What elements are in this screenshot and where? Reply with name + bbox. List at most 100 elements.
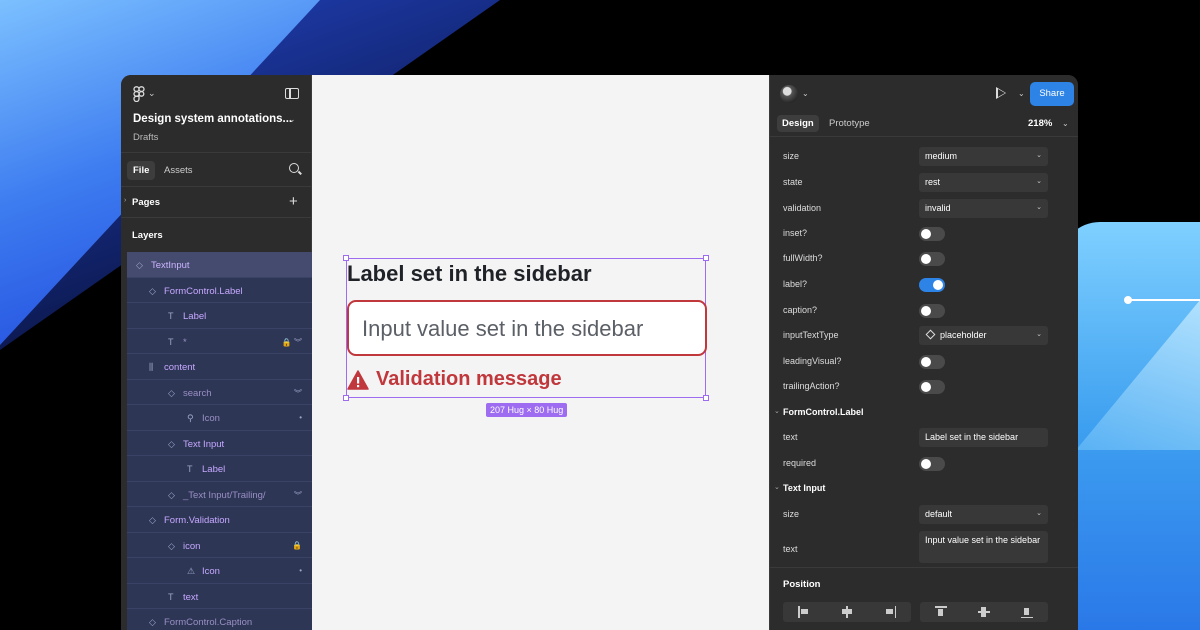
component-icon <box>925 329 936 340</box>
vertical-align-group <box>920 602 1048 622</box>
prop-caption: caption? <box>770 299 1078 321</box>
right-panel: ⌄ ⌄ Share Design Prototype 218% ⌄ size m… <box>769 75 1078 630</box>
layer-status-icon[interactable]: 🔒 ︾ <box>282 337 302 348</box>
share-button[interactable]: Share <box>1030 82 1074 106</box>
layer-name: content <box>164 362 196 373</box>
layer-row[interactable]: T Label <box>127 456 312 482</box>
add-page-icon[interactable]: + <box>289 193 298 210</box>
chevron-down-icon[interactable]: ⌄ <box>288 114 296 125</box>
sidebar-toggle-icon[interactable] <box>285 88 299 99</box>
chevron-down-icon[interactable]: ⌄ <box>802 89 809 98</box>
inset-toggle[interactable] <box>919 227 945 241</box>
resize-handle[interactable] <box>703 255 709 261</box>
prop-label: leadingVisual? <box>783 356 842 366</box>
caption-toggle[interactable] <box>919 304 945 318</box>
select-value: invalid <box>925 203 951 213</box>
layer-row[interactable]: ◇ FormControl.Label <box>127 277 312 303</box>
layer-status-icon[interactable]: ︾ <box>294 490 302 501</box>
align-center-icon[interactable] <box>841 606 853 618</box>
avatar[interactable] <box>780 85 798 103</box>
play-icon[interactable] <box>996 87 1006 99</box>
zoom-level[interactable]: 218% <box>1028 118 1052 129</box>
select-value: rest <box>925 177 941 187</box>
file-title[interactable]: Design system annotations... <box>133 113 292 125</box>
align-right-icon[interactable] <box>884 606 896 618</box>
tab-design[interactable]: Design <box>777 115 819 132</box>
pages-section: › Pages + <box>121 187 311 218</box>
size-select[interactable]: medium ⌄ <box>919 147 1048 166</box>
layer-row[interactable]: ⚲ Icon • <box>127 405 312 431</box>
section-title: FormControl.Label <box>783 407 864 417</box>
layer-row[interactable]: ◇ _Text Input/Trailing/ ︾ <box>127 481 312 507</box>
layer-row[interactable]: T * 🔒 ︾ <box>127 328 312 354</box>
tab-prototype[interactable]: Prototype <box>824 115 875 132</box>
align-middle-icon[interactable] <box>978 606 990 618</box>
layer-status-icon[interactable]: • <box>299 413 302 422</box>
layer-row[interactable]: T Label <box>127 303 312 329</box>
validation-message: Validation message <box>376 368 562 390</box>
ti-size-select[interactable]: default ⌄ <box>919 505 1048 524</box>
layer-row[interactable]: ◇ Text Input <box>127 430 312 456</box>
layer-row[interactable]: ⫼ content <box>127 354 312 380</box>
section-formcontrol-label[interactable]: ⌄ FormControl.Label <box>770 401 1078 423</box>
layer-name: search <box>183 387 212 399</box>
align-left-icon[interactable] <box>798 606 810 618</box>
pages-label[interactable]: Pages <box>132 197 160 208</box>
required-toggle[interactable] <box>919 457 945 471</box>
chevron-down-icon[interactable]: ⌄ <box>1018 89 1025 98</box>
prop-label: size <box>783 151 800 161</box>
component-instance-icon: ◇ <box>168 489 175 500</box>
resize-handle[interactable] <box>703 395 709 401</box>
prop-label: fullWidth? <box>783 253 823 263</box>
layer-row[interactable]: ◇ search ︾ <box>127 379 312 405</box>
prop-label: required <box>783 458 817 468</box>
canvas[interactable]: Label set in the sidebar Input value set… <box>312 75 769 630</box>
figma-logo-icon[interactable] <box>133 86 145 102</box>
component-instance-icon: ◇ <box>149 285 156 296</box>
prop-label: inset? <box>783 228 808 238</box>
form-label-text[interactable]: Label set in the sidebar <box>347 261 592 287</box>
text-input-preview[interactable]: Input value set in the sidebar <box>347 300 707 356</box>
search-icon[interactable] <box>289 163 299 173</box>
size-badge: 207 Hug × 80 Hug <box>486 403 568 417</box>
chevron-down-icon[interactable]: ⌄ <box>148 88 156 99</box>
section-text-input[interactable]: ⌄ Text Input <box>770 477 1078 499</box>
inputtexttype-select[interactable]: placeholder ⌄ <box>919 326 1048 345</box>
align-top-icon[interactable] <box>935 606 947 618</box>
trailingaction-toggle[interactable] <box>919 380 945 394</box>
layer-row[interactable]: ◇ TextInput <box>127 252 312 278</box>
layer-row[interactable]: ◇ FormControl.Caption <box>127 609 312 630</box>
prop-label: text <box>783 432 798 442</box>
toggle-knob <box>921 459 931 469</box>
leadingvisual-toggle[interactable] <box>919 355 945 369</box>
tab-file[interactable]: File <box>127 161 156 180</box>
layer-row[interactable]: ◇ icon 🔒 <box>127 532 312 558</box>
layer-row[interactable]: ◇ Form.Validation <box>127 507 312 533</box>
chevron-right-icon[interactable]: › <box>124 197 126 204</box>
align-bottom-icon[interactable] <box>1021 606 1033 618</box>
background-line <box>1128 299 1200 301</box>
state-select[interactable]: rest ⌄ <box>919 173 1048 192</box>
ti-text-input[interactable]: Input value set in the sidebar <box>919 531 1048 563</box>
fullwidth-toggle[interactable] <box>919 252 945 266</box>
file-location[interactable]: Drafts <box>133 132 158 143</box>
layer-status-icon[interactable]: ︾ <box>294 388 302 399</box>
validation-select[interactable]: invalid ⌄ <box>919 199 1048 218</box>
layer-row[interactable]: Ttext <box>127 583 312 609</box>
prop-ti-text: text Input value set in the sidebar <box>770 529 1078 565</box>
layer-name: TextInput <box>151 260 190 271</box>
layer-row[interactable]: ⚠ Icon • <box>127 558 312 584</box>
prop-inputtexttype: inputTextType placeholder ⌄ <box>770 324 1078 346</box>
layer-status-icon[interactable]: • <box>299 566 302 575</box>
chevron-down-icon[interactable]: ⌄ <box>1062 119 1069 128</box>
resize-handle[interactable] <box>343 395 349 401</box>
chevron-down-icon[interactable]: ⌄ <box>774 483 780 491</box>
chevron-down-icon[interactable]: ⌄ <box>774 407 780 415</box>
left-tabs: File Assets <box>121 153 311 187</box>
layer-status-icon[interactable]: 🔒 <box>292 541 302 550</box>
label-toggle[interactable] <box>919 278 945 292</box>
layer-name: Icon <box>202 413 220 424</box>
fc-text-input[interactable]: Label set in the sidebar <box>919 428 1048 447</box>
tab-assets[interactable]: Assets <box>158 161 199 180</box>
prop-inset: inset? <box>770 222 1078 244</box>
